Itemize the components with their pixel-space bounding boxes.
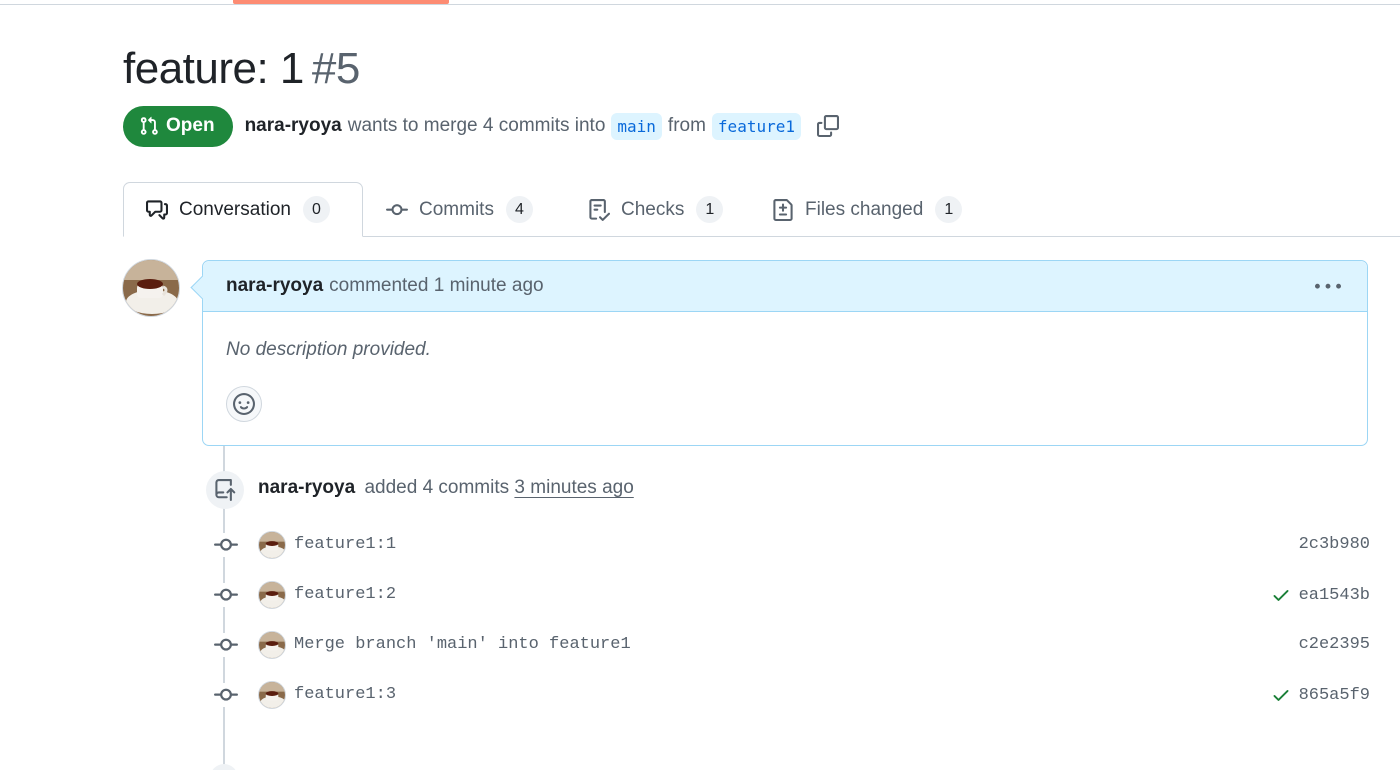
pr-title-text: feature: 1 bbox=[123, 44, 304, 93]
commit-sha-link[interactable]: 865a5f9 bbox=[1299, 686, 1370, 705]
commit-message-link[interactable]: feature1:1 bbox=[294, 535, 396, 554]
commit-meta: 865a5f9 bbox=[1271, 685, 1370, 705]
tab-label: Conversation bbox=[179, 198, 291, 220]
commit-message-link[interactable]: feature1:2 bbox=[294, 585, 396, 604]
git-commit-icon bbox=[214, 533, 238, 557]
avatar[interactable] bbox=[258, 631, 286, 659]
commit-row: feature1:3 865a5f9 bbox=[210, 678, 1370, 712]
event-action: added 4 commits bbox=[364, 477, 510, 498]
checklist-icon bbox=[589, 198, 610, 221]
commit-message-link[interactable]: Merge branch 'main' into feature1 bbox=[294, 635, 631, 654]
comment-body: No description provided. bbox=[226, 339, 431, 360]
comment-card: nara-ryoya commented 1 minute ago No des… bbox=[202, 260, 1368, 446]
git-commit-icon bbox=[386, 203, 408, 215]
avatar[interactable] bbox=[258, 531, 286, 559]
avatar-image bbox=[123, 260, 179, 316]
tab-counter: 1 bbox=[696, 196, 724, 223]
event-time-link[interactable]: 3 minutes ago bbox=[514, 477, 633, 498]
tab-checks[interactable]: Checks 1 bbox=[588, 182, 724, 237]
tab-counter: 4 bbox=[505, 196, 533, 223]
pr-meta: Open nara-ryoya wants to merge 4 commits… bbox=[123, 105, 843, 147]
repo-push-icon bbox=[206, 471, 244, 509]
comment-timestamp: commented 1 minute ago bbox=[329, 275, 544, 296]
commit-meta: 2c3b980 bbox=[1299, 535, 1370, 554]
comment-header: nara-ryoya commented 1 minute ago bbox=[203, 261, 1367, 312]
copy-branch-button[interactable] bbox=[813, 111, 843, 141]
commit-sha-link[interactable]: c2e2395 bbox=[1299, 635, 1370, 654]
pr-author-link[interactable]: nara-ryoya bbox=[245, 115, 342, 137]
comment-options-button[interactable] bbox=[1313, 274, 1343, 300]
kebab-horizontal-icon bbox=[1315, 283, 1341, 289]
from-label: from bbox=[667, 115, 706, 136]
commit-row: feature1:2 ea1543b bbox=[210, 578, 1370, 612]
git-commit-icon bbox=[214, 683, 238, 707]
page-title: feature: 1 #5 bbox=[123, 44, 360, 94]
status-label: Open bbox=[166, 115, 215, 136]
tab-label: Commits bbox=[419, 198, 494, 220]
commit-meta: ea1543b bbox=[1271, 585, 1370, 605]
commit-sha-link[interactable]: 2c3b980 bbox=[1299, 535, 1370, 554]
tab-files-changed[interactable]: Files changed 1 bbox=[772, 182, 963, 237]
commit-sha-link[interactable]: ea1543b bbox=[1299, 586, 1370, 605]
head-branch-link[interactable]: feature1 bbox=[711, 112, 801, 140]
tab-label: Checks bbox=[621, 198, 685, 220]
commit-meta: c2e2395 bbox=[1299, 635, 1370, 654]
next-event-icon bbox=[210, 764, 238, 770]
comment-discussion-icon bbox=[146, 199, 168, 220]
header-divider bbox=[0, 4, 1400, 5]
file-diff-icon bbox=[773, 198, 793, 221]
status-badge: Open bbox=[123, 105, 233, 147]
avatar[interactable] bbox=[258, 681, 286, 709]
add-reaction-button[interactable] bbox=[226, 386, 262, 422]
tab-conversation[interactable]: Conversation 0 bbox=[123, 182, 363, 237]
git-commit-icon bbox=[214, 583, 238, 607]
avatar[interactable] bbox=[122, 259, 180, 317]
git-commit-icon bbox=[214, 633, 238, 657]
base-branch-link[interactable]: main bbox=[611, 112, 662, 140]
avatar[interactable] bbox=[258, 581, 286, 609]
comment-author-link[interactable]: nara-ryoya bbox=[226, 275, 323, 297]
smiley-icon bbox=[233, 393, 255, 415]
tab-counter: 0 bbox=[302, 196, 330, 223]
event-author-link[interactable]: nara-ryoya bbox=[258, 477, 355, 498]
commits-added-event: nara-ryoya added 4 commits 3 minutes ago bbox=[258, 477, 634, 499]
tab-counter: 1 bbox=[935, 196, 963, 223]
check-icon[interactable] bbox=[1271, 585, 1291, 605]
copy-icon bbox=[816, 115, 839, 137]
check-icon[interactable] bbox=[1271, 685, 1291, 705]
git-pull-request-icon bbox=[140, 116, 158, 135]
commit-message-link[interactable]: feature1:3 bbox=[294, 685, 396, 704]
active-nav-underline bbox=[233, 0, 449, 4]
commit-row: feature1:1 2c3b980 bbox=[210, 528, 1370, 562]
merge-description: wants to merge 4 commits into bbox=[347, 115, 606, 136]
tab-commits[interactable]: Commits 4 bbox=[386, 182, 533, 237]
tab-label: Files changed bbox=[805, 198, 924, 220]
commit-row: Merge branch 'main' into feature1 c2e239… bbox=[210, 628, 1370, 662]
pr-number: #5 bbox=[311, 44, 360, 93]
